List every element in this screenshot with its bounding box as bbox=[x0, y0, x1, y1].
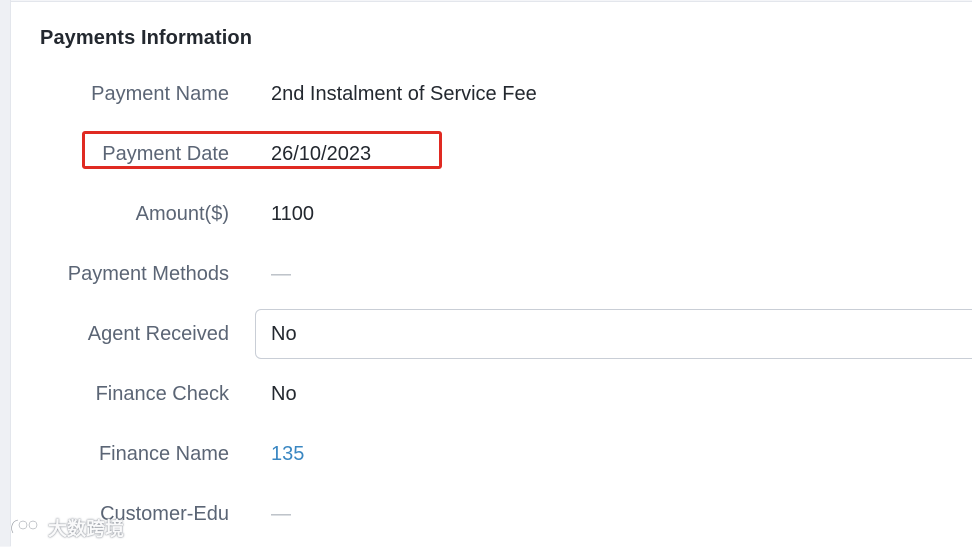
field-row-customer-edu: Customer-Edu — bbox=[11, 494, 972, 534]
field-row-finance-name: Finance Name 135 bbox=[11, 434, 972, 474]
field-label-amount: Amount($) bbox=[135, 203, 229, 225]
agent-received-edit-field[interactable] bbox=[255, 309, 972, 359]
field-row-payment-methods: Payment Methods — bbox=[11, 254, 972, 294]
finance-name-link[interactable]: 135 bbox=[271, 434, 304, 474]
field-row-finance-check: Finance Check No bbox=[11, 374, 972, 414]
section-title: Payments Information bbox=[40, 27, 253, 49]
watermark-logo-icon bbox=[8, 516, 44, 538]
field-label-payment-name: Payment Name bbox=[91, 83, 229, 105]
field-row-payment-date: Payment Date 26/10/2023 bbox=[11, 134, 972, 174]
field-value-agent-received[interactable]: No bbox=[271, 314, 297, 354]
watermark: 大数跨境 bbox=[8, 514, 124, 540]
field-label-agent-received: Agent Received bbox=[87, 323, 229, 345]
field-row-payment-name: Payment Name 2nd Instalment of Service F… bbox=[11, 74, 972, 114]
field-value-finance-check[interactable]: No bbox=[271, 374, 297, 414]
field-label-payment-date: Payment Date bbox=[102, 143, 229, 165]
field-label-finance-name: Finance Name bbox=[98, 443, 229, 465]
field-value-customer-edu[interactable]: — bbox=[271, 494, 291, 534]
field-value-amount[interactable]: 1100 bbox=[271, 194, 314, 234]
field-label-payment-methods: Payment Methods bbox=[67, 263, 229, 285]
field-label-finance-check: Finance Check bbox=[95, 383, 229, 405]
field-row-agent-received: Agent Received No bbox=[11, 309, 972, 359]
payments-information-card: Payments Information Payment Name 2nd In… bbox=[11, 1, 972, 547]
field-row-amount: Amount($) 1100 bbox=[11, 194, 972, 234]
field-value-payment-name[interactable]: 2nd Instalment of Service Fee bbox=[271, 74, 537, 114]
left-sidebar-edge bbox=[0, 0, 11, 546]
field-value-payment-date[interactable]: 26/10/2023 bbox=[271, 134, 371, 174]
watermark-text: 大数跨境 bbox=[48, 518, 125, 540]
field-value-payment-methods[interactable]: — bbox=[271, 254, 291, 294]
